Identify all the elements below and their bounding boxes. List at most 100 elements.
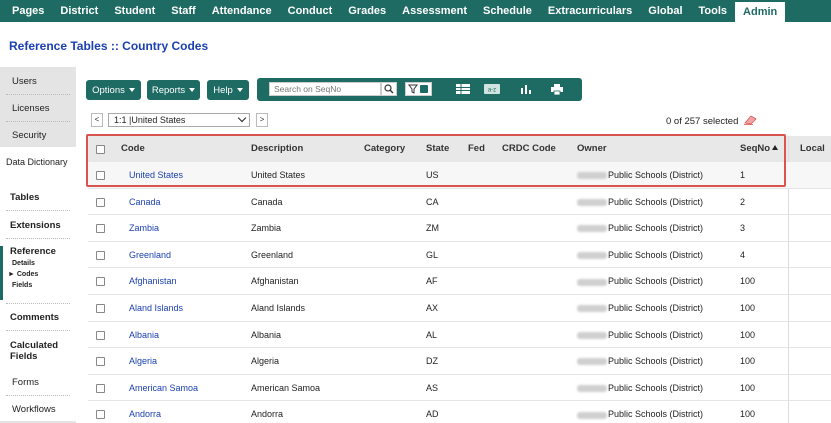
column-header-code[interactable]: Code xyxy=(121,136,145,162)
table-row[interactable]: Andorra Andorra AD Public Schools (District… xyxy=(88,401,831,423)
table-row[interactable]: United States United States US Public Schoo… xyxy=(88,162,831,189)
sidebar-item-security[interactable]: Security xyxy=(0,130,76,141)
sidebar-item-comments[interactable]: Comments xyxy=(0,312,76,323)
column-header-description[interactable]: Description xyxy=(251,136,303,162)
table-row[interactable]: Algeria Algeria DZ Public Schools (District… xyxy=(88,348,831,375)
row-checkbox[interactable] xyxy=(96,357,105,367)
options-button[interactable]: Options xyxy=(86,80,141,100)
column-header-seqno[interactable]: SeqNo xyxy=(740,136,779,162)
table-row[interactable]: Aland Islands Aland Islands AX Public Schoo… xyxy=(88,295,831,322)
table-row[interactable]: Albania Albania AL Public Schools (District… xyxy=(88,322,831,349)
help-button[interactable]: Help xyxy=(207,80,249,100)
prev-record-button[interactable]: < xyxy=(91,113,103,127)
next-record-button[interactable]: > xyxy=(256,113,268,127)
nav-tools[interactable]: Tools xyxy=(691,0,736,22)
filter-button[interactable] xyxy=(405,82,432,96)
row-checkbox[interactable] xyxy=(96,250,105,260)
row-checkbox[interactable] xyxy=(96,171,105,180)
cell-state: DZ xyxy=(426,356,438,367)
cell-owner: Public Schools (District) xyxy=(577,268,703,294)
reports-button-label: Reports xyxy=(151,84,186,96)
table-row[interactable]: American Samoa American Samoa AS Public Sch… xyxy=(88,375,831,402)
sidebar-divider xyxy=(6,238,70,239)
cell-code[interactable]: Canada xyxy=(129,189,161,215)
cell-code[interactable]: Andorra xyxy=(129,401,161,423)
column-header-category[interactable]: Category xyxy=(364,136,405,162)
row-checkbox[interactable] xyxy=(96,224,105,234)
grid-view-button[interactable] xyxy=(453,82,473,96)
row-checkbox[interactable] xyxy=(96,410,105,420)
column-header-state[interactable]: State xyxy=(426,136,449,162)
table-row[interactable]: Zambia Zambia ZM Public Schools (District) 3 xyxy=(88,215,831,242)
search-button[interactable] xyxy=(381,82,397,96)
redacted-text xyxy=(577,384,607,392)
sidebar-item-extensions[interactable]: Extensions xyxy=(0,220,76,231)
row-checkbox[interactable] xyxy=(96,330,105,340)
select-all-checkbox[interactable] xyxy=(96,145,105,154)
nav-attendance[interactable]: Attendance xyxy=(204,0,280,22)
cell-description: Canada xyxy=(251,196,283,207)
sidebar-subitem-fields[interactable]: Fields xyxy=(3,280,76,291)
sidebar-divider xyxy=(6,121,70,122)
sidebar-subitem-codes[interactable]: ► Codes xyxy=(3,269,76,280)
caret-down-icon xyxy=(128,88,135,92)
row-checkbox[interactable] xyxy=(96,304,105,313)
sidebar-section-data-dictionary[interactable]: Data Dictionary xyxy=(0,157,70,167)
cell-owner: Public Schools (District) xyxy=(577,215,703,241)
search-input[interactable] xyxy=(269,82,381,96)
sidebar-item-workflows[interactable]: Workflows xyxy=(0,404,76,415)
nav-assessment[interactable]: Assessment xyxy=(394,0,475,22)
cell-seqno: 100 xyxy=(740,276,756,287)
row-checkbox[interactable] xyxy=(96,197,105,207)
nav-extracurriculars[interactable]: Extracurriculars xyxy=(540,0,640,22)
nav-admin[interactable]: Admin xyxy=(735,0,786,22)
print-button[interactable] xyxy=(547,82,567,96)
column-header-fed[interactable]: Fed xyxy=(468,136,485,162)
redacted-text xyxy=(577,331,607,339)
nav-student[interactable]: Student xyxy=(106,0,163,22)
sidebar-item-forms[interactable]: Forms xyxy=(0,377,76,388)
cell-code[interactable]: Greenland xyxy=(129,242,171,268)
cell-code[interactable]: United States xyxy=(129,162,183,188)
sidebar-item-calculated-fields[interactable]: Calculated Fields xyxy=(0,340,70,362)
sidebar-item-licenses[interactable]: Licenses xyxy=(0,103,76,114)
chevron-down-icon xyxy=(237,113,247,123)
cell-code[interactable]: Zambia xyxy=(129,215,159,241)
nav-district[interactable]: District xyxy=(52,0,106,22)
nav-schedule[interactable]: Schedule xyxy=(475,0,540,22)
nav-grades[interactable]: Grades xyxy=(340,0,394,22)
row-checkbox[interactable] xyxy=(96,383,105,393)
nav-conduct[interactable]: Conduct xyxy=(280,0,341,22)
cell-code[interactable]: Albania xyxy=(129,322,159,348)
redacted-text xyxy=(577,278,607,286)
cell-code[interactable]: Aland Islands xyxy=(129,295,183,321)
nav-pages[interactable]: Pages xyxy=(4,0,52,22)
cell-state: AX xyxy=(426,303,439,313)
sort-az-icon: a-z xyxy=(484,84,500,94)
column-header-crdc-code[interactable]: CRDC Code xyxy=(502,136,556,162)
sidebar-item-tables[interactable]: Tables xyxy=(0,192,76,203)
sidebar-subitem-details[interactable]: Details xyxy=(3,258,76,269)
cell-code[interactable]: Afghanistan xyxy=(129,268,177,294)
sidebar-item-reference[interactable]: Reference Details ► Codes Fields xyxy=(0,246,76,300)
chart-button[interactable] xyxy=(516,82,536,96)
table-row[interactable]: Greenland Greenland GL Public Schools (Dist… xyxy=(88,242,831,269)
redacted-text xyxy=(577,172,607,180)
reports-button[interactable]: Reports xyxy=(147,80,200,100)
sort-az-button[interactable]: a-z xyxy=(482,82,502,96)
eraser-icon[interactable] xyxy=(743,115,757,125)
cell-code[interactable]: Algeria xyxy=(129,348,157,374)
cell-owner: Public Schools (District) xyxy=(577,242,703,268)
cell-description: American Samoa xyxy=(251,382,321,393)
sidebar: Users Licenses Security Data Dictionary … xyxy=(0,67,76,423)
table-row[interactable]: Canada Canada CA Public Schools (District) 2 xyxy=(88,189,831,216)
cell-code[interactable]: American Samoa xyxy=(129,375,198,401)
nav-staff[interactable]: Staff xyxy=(163,0,203,22)
column-header-local[interactable]: Local xyxy=(800,136,825,162)
column-header-owner[interactable]: Owner xyxy=(577,136,607,162)
table-row[interactable]: Afghanistan Afghanistan AF Public Schools (… xyxy=(88,268,831,295)
nav-global[interactable]: Global xyxy=(640,0,690,22)
record-select[interactable]: 1:1 |United States xyxy=(108,113,250,127)
sidebar-item-users[interactable]: Users xyxy=(0,76,76,87)
row-checkbox[interactable] xyxy=(96,277,105,287)
